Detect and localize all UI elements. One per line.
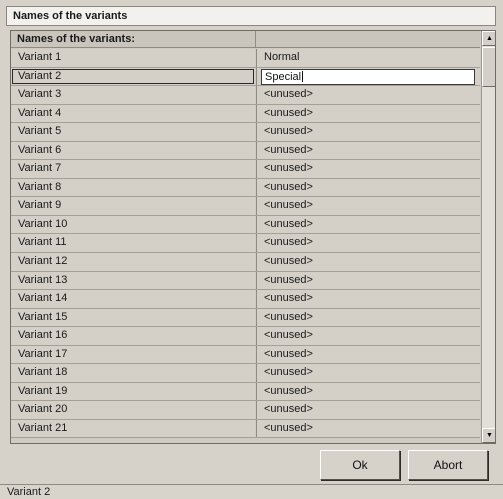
- table-row[interactable]: Variant 5 <unused>: [11, 123, 480, 142]
- table-row[interactable]: Variant 2 Special: [11, 67, 480, 87]
- table-row[interactable]: Variant 14 <unused>: [11, 290, 480, 309]
- table-row[interactable]: Variant 15 <unused>: [11, 308, 480, 328]
- table-row[interactable]: Variant 20 <unused>: [11, 401, 480, 420]
- variant-value-cell[interactable]: <unused>: [256, 141, 480, 160]
- table-row[interactable]: Variant 18 <unused>: [11, 364, 480, 383]
- variant-name-cell[interactable]: Variant 1: [11, 49, 255, 67]
- abort-button[interactable]: Abort: [408, 450, 488, 480]
- variant-value-cell[interactable]: <unused>: [256, 401, 480, 419]
- scrollbar-thumb[interactable]: [482, 47, 495, 87]
- variant-value-cell[interactable]: <unused>: [256, 308, 480, 327]
- variant-value-cell[interactable]: <unused>: [256, 215, 480, 234]
- variant-value-cell[interactable]: <unused>: [256, 253, 480, 271]
- table-row[interactable]: Variant 16 <unused>: [11, 327, 480, 346]
- variant-name-cell[interactable]: Variant 13: [11, 271, 255, 290]
- variant-value-input[interactable]: Special: [261, 68, 475, 85]
- scroll-down-arrow-icon[interactable]: ▼: [482, 428, 495, 443]
- table-row[interactable]: Variant 17 <unused>: [11, 345, 480, 365]
- table-row[interactable]: Variant 21 <unused>: [11, 419, 480, 439]
- variant-value-cell[interactable]: Normal: [256, 49, 480, 67]
- variant-name-cell[interactable]: Variant 17: [11, 345, 255, 364]
- variant-value-cell[interactable]: <unused>: [256, 271, 480, 290]
- variant-name-cell[interactable]: Variant 5: [11, 123, 255, 141]
- variant-name-cell[interactable]: Variant 20: [11, 401, 255, 419]
- variant-value-cell[interactable]: <unused>: [256, 104, 480, 123]
- variant-value-cell[interactable]: <unused>: [256, 160, 480, 178]
- status-bar: Variant 2: [0, 484, 503, 499]
- variant-value-cell[interactable]: <unused>: [256, 327, 480, 345]
- variant-value-cell[interactable]: <unused>: [256, 178, 480, 197]
- grid-header: Names of the variants:: [11, 31, 480, 48]
- variant-name-cell[interactable]: Variant 14: [11, 290, 255, 308]
- variant-name-cell[interactable]: Variant 10: [11, 215, 255, 234]
- table-row[interactable]: Variant 1 Normal: [11, 49, 480, 68]
- variant-value-cell[interactable]: <unused>: [256, 345, 480, 364]
- vertical-scrollbar[interactable]: ▲ ▼: [481, 31, 495, 443]
- grid-header-label: Names of the variants:: [17, 33, 135, 45]
- table-row[interactable]: Variant 10 <unused>: [11, 215, 480, 235]
- variant-name-cell[interactable]: Variant 15: [11, 308, 255, 327]
- variant-name-cell[interactable]: Variant 8: [11, 178, 255, 197]
- variants-grid: Names of the variants: Variant 1 Normal Va…: [10, 30, 496, 444]
- table-row[interactable]: Variant 11 <unused>: [11, 234, 480, 254]
- table-row[interactable]: Variant 8 <unused>: [11, 178, 480, 198]
- variant-value-cell[interactable]: <unused>: [256, 234, 480, 253]
- variants-dialog: Names of the variants Names of the varia…: [0, 0, 503, 499]
- variant-name-cell[interactable]: Variant 6: [11, 141, 255, 160]
- variant-name-cell[interactable]: Variant 16: [11, 327, 255, 345]
- dialog-title: Names of the variants: [6, 6, 496, 26]
- variant-name-cell[interactable]: Variant 2: [11, 67, 255, 86]
- variant-value-cell[interactable]: <unused>: [256, 86, 480, 104]
- column-divider[interactable]: [255, 31, 256, 48]
- table-row[interactable]: Variant 6 <unused>: [11, 141, 480, 161]
- scroll-up-arrow-icon[interactable]: ▲: [482, 31, 495, 46]
- variant-name-cell[interactable]: Variant 7: [11, 160, 255, 178]
- variant-value-cell[interactable]: <unused>: [256, 290, 480, 308]
- variant-value-cell[interactable]: <unused>: [256, 364, 480, 382]
- variant-value-cell[interactable]: <unused>: [256, 382, 480, 401]
- variant-name-cell[interactable]: Variant 19: [11, 382, 255, 401]
- table-row[interactable]: Variant 12 <unused>: [11, 253, 480, 272]
- table-row[interactable]: Variant 4 <unused>: [11, 104, 480, 124]
- variant-name-cell[interactable]: Variant 3: [11, 86, 255, 104]
- table-row[interactable]: Variant 3 <unused>: [11, 86, 480, 105]
- variant-value-cell[interactable]: <unused>: [256, 123, 480, 141]
- table-row[interactable]: Variant 7 <unused>: [11, 160, 480, 179]
- variant-name-cell[interactable]: Variant 11: [11, 234, 255, 253]
- grid-rows: Variant 1 Normal Variant 2 Special Variant 3…: [11, 49, 480, 439]
- table-row[interactable]: Variant 9 <unused>: [11, 197, 480, 216]
- ok-button[interactable]: Ok: [320, 450, 400, 480]
- variant-name-cell[interactable]: Variant 9: [11, 197, 255, 215]
- table-row[interactable]: Variant 13 <unused>: [11, 271, 480, 291]
- variant-value-cell[interactable]: <unused>: [256, 419, 480, 438]
- variant-name-cell[interactable]: Variant 4: [11, 104, 255, 123]
- variant-value-cell[interactable]: <unused>: [256, 197, 480, 215]
- table-row[interactable]: Variant 19 <unused>: [11, 382, 480, 402]
- variant-name-cell[interactable]: Variant 21: [11, 419, 255, 438]
- variant-value-cell[interactable]: Special: [256, 67, 480, 86]
- variant-name-cell[interactable]: Variant 12: [11, 253, 255, 271]
- variant-name-cell[interactable]: Variant 18: [11, 364, 255, 382]
